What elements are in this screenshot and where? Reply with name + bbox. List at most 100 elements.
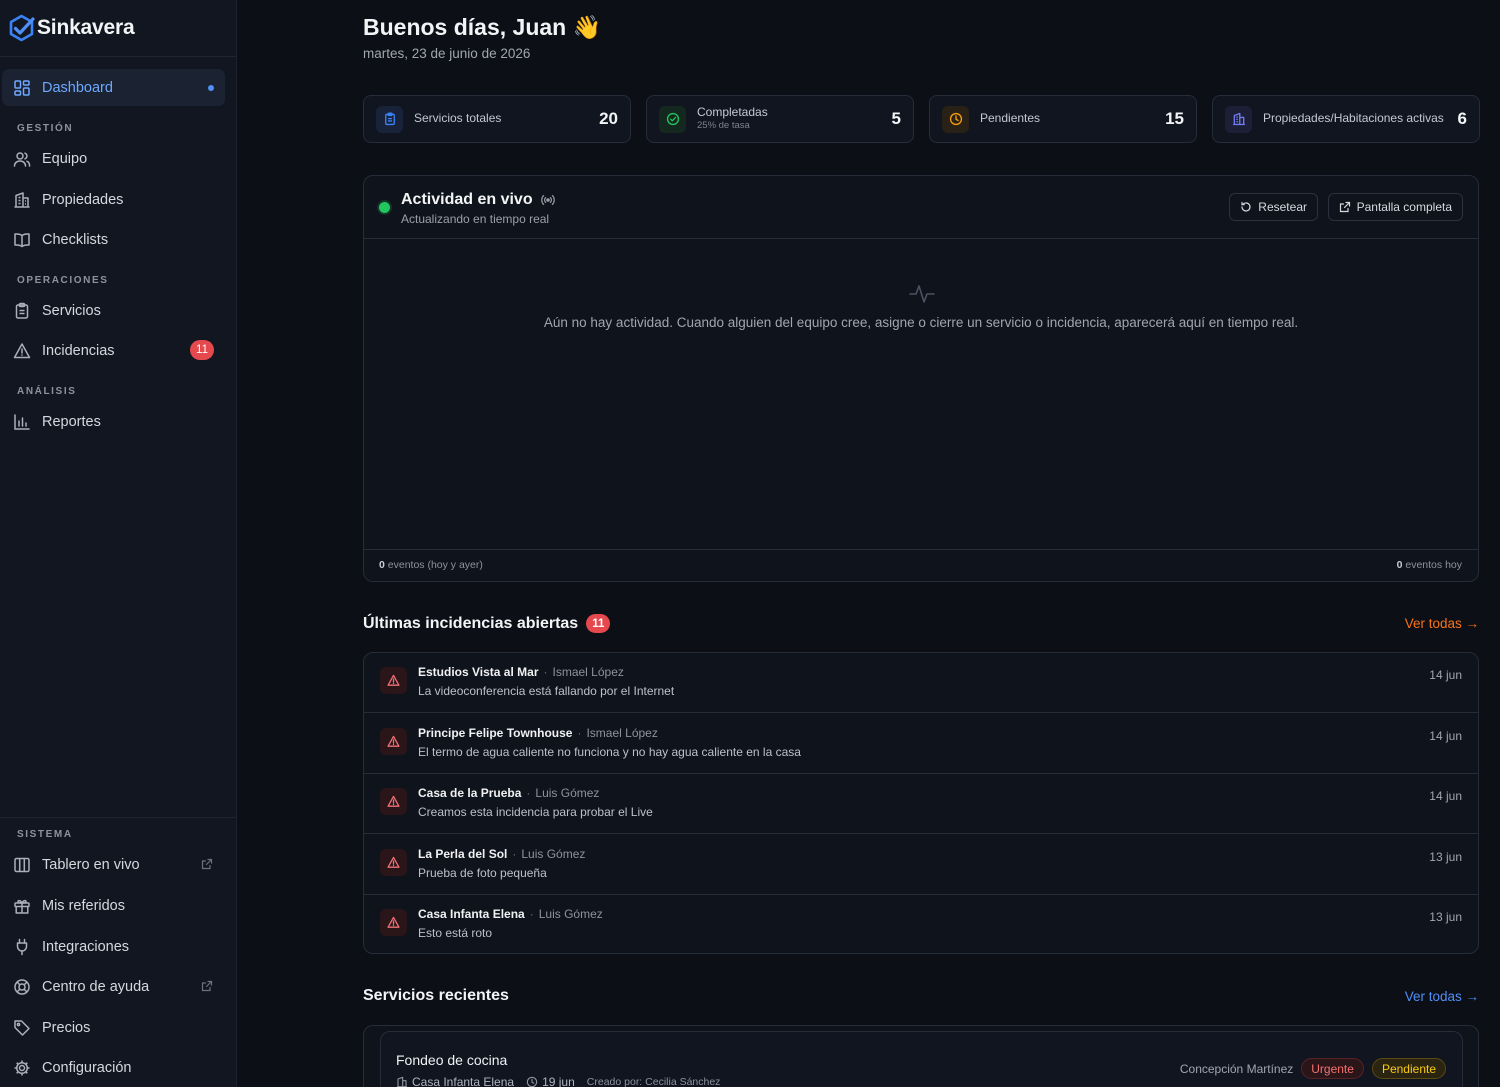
sidebar-divider [0, 817, 237, 818]
incident-row[interactable]: La Perla del Sol · Luis Gómez Prueba de fot… [364, 835, 1478, 895]
incident-description: Esto está roto [418, 926, 493, 940]
section-label-gestion: GESTIÓN [17, 123, 74, 134]
incident-row[interactable]: Estudios Vista al Mar · Ismael López La vid… [364, 653, 1478, 713]
live-activity-title-text: Actividad en vivo [401, 191, 533, 208]
stat-value: 20 [599, 109, 618, 128]
sidebar-item-integraciones[interactable]: Integraciones [2, 928, 225, 965]
stat-sublabel: 25% de tasa [697, 120, 750, 132]
stat-label: Propiedades/Habitaciones activas [1263, 111, 1444, 126]
book-icon [13, 231, 31, 249]
live-status-dot [379, 202, 390, 213]
incident-property: La Perla del Sol [418, 846, 508, 861]
incident-row[interactable]: Casa de la Prueba · Luis Gómez Creamos esta… [364, 774, 1478, 834]
building-icon [13, 191, 31, 209]
service-created-by: Creado por: Cecilia Sánchez [586, 1076, 721, 1087]
incident-reporter: Luis Gómez [535, 786, 600, 800]
external-link-icon [201, 980, 213, 992]
fullscreen-button[interactable]: Pantalla completa [1327, 193, 1463, 221]
clipboard-icon [376, 105, 403, 133]
service-right: Concepción Martínez Urgente Pendiente [1180, 1058, 1446, 1079]
separator-dot: · [512, 846, 517, 861]
incident-row[interactable]: Casa Infanta Elena · Luis Gómez Esto está r… [364, 895, 1478, 955]
sidebar-item-tablero-en-vivo[interactable]: Tablero en vivo [2, 846, 225, 883]
sidebar-item-label: Servicios [42, 302, 101, 319]
incident-header: Estudios Vista al Mar · Ismael López [418, 665, 624, 679]
grid-icon [13, 79, 31, 97]
sidebar-item-propiedades[interactable]: Propiedades [2, 181, 225, 218]
building-icon [1225, 105, 1252, 133]
status-badge: Pendiente [1371, 1058, 1446, 1079]
services-view-all-link[interactable]: Ver todas → [1405, 989, 1479, 1004]
incident-property: Estudios Vista al Mar [418, 665, 539, 679]
section-label-operaciones: OPERACIONES [17, 275, 109, 286]
gear-icon [13, 1059, 31, 1077]
incident-header: Principe Felipe Townhouse · Ismael López [418, 726, 658, 740]
incident-reporter: Ismael López [586, 725, 658, 740]
service-card[interactable]: Fondeo de cocina Casa Infanta Elena 19 j… [380, 1031, 1463, 1087]
sidebar: Sinkavera Dashboard GESTIÓN Equipo Propi… [0, 0, 237, 1087]
reset-button[interactable]: Resetear [1229, 193, 1318, 221]
columns-icon [13, 856, 31, 874]
warning-icon [380, 727, 407, 755]
sidebar-item-label: Centro de ayuda [42, 978, 150, 995]
sidebar-item-checklists[interactable]: Checklists [2, 221, 225, 258]
tag-icon [13, 1019, 31, 1037]
sidebar-item-precios[interactable]: Precios [2, 1009, 225, 1046]
service-meta: Casa Infanta Elena 19 jun Creado por: Ce… [396, 1075, 720, 1087]
warning-icon [380, 848, 407, 876]
stat-card-propiedades-activas[interactable]: Propiedades/Habitaciones activas 6 [1212, 95, 1480, 143]
sidebar-item-label: Integraciones [42, 938, 130, 955]
stat-card-completadas[interactable]: Completadas 25% de tasa 5 [646, 95, 914, 143]
sidebar-item-mis-referidos[interactable]: Mis referidos [2, 887, 225, 924]
sidebar-item-incidencias[interactable]: Incidencias 11 [2, 332, 225, 369]
services-list: Fondeo de cocina Casa Infanta Elena 19 j… [363, 1025, 1479, 1087]
warning-icon [380, 667, 407, 694]
stat-label: Pendientes [980, 111, 1041, 126]
external-link-icon [1339, 201, 1351, 213]
incident-header: La Perla del Sol · Luis Gómez [418, 847, 585, 861]
incidents-list: Estudios Vista al Mar · Ismael López La vid… [363, 652, 1479, 954]
page-title: Buenos días, Juan 👋 [363, 14, 602, 40]
incident-row[interactable]: Principe Felipe Townhouse · Ismael López El… [364, 714, 1478, 774]
sidebar-item-dashboard[interactable]: Dashboard [2, 69, 225, 106]
incidents-title-text: Últimas incidencias abiertas [363, 614, 579, 632]
incidents-view-all-link[interactable]: Ver todas → [1405, 616, 1479, 631]
plug-icon [13, 938, 31, 956]
active-indicator-dot [208, 85, 214, 91]
sidebar-item-centro-de-ayuda[interactable]: Centro de ayuda [2, 968, 225, 1005]
stat-value: 6 [1457, 109, 1467, 128]
users-icon [13, 150, 31, 168]
brand[interactable]: Sinkavera [0, 0, 236, 57]
sidebar-item-label: Checklists [42, 231, 109, 248]
service-assignee: Concepción Martínez [1179, 1061, 1294, 1076]
incident-property: Casa de la Prueba [418, 786, 522, 800]
reset-button-label: Resetear [1258, 200, 1307, 214]
sidebar-item-servicios[interactable]: Servicios [2, 292, 225, 329]
incident-description: Prueba de foto pequeña [418, 865, 547, 880]
incident-description: La videoconferencia está fallando por el… [418, 684, 675, 698]
clock-icon [942, 105, 969, 133]
stat-card-servicios-totales[interactable]: Servicios totales 20 [363, 95, 631, 143]
fullscreen-button-label: Pantalla completa [1356, 200, 1452, 214]
sidebar-item-reportes[interactable]: Reportes [2, 403, 225, 440]
activity-pulse-icon [908, 280, 936, 308]
service-date: 19 jun [542, 1075, 575, 1087]
incident-header: Casa de la Prueba · Luis Gómez [418, 786, 599, 800]
stat-value: 15 [1165, 109, 1184, 128]
stat-card-pendientes[interactable]: Pendientes 15 [929, 95, 1197, 143]
bar-chart-icon [13, 413, 31, 431]
sidebar-item-equipo[interactable]: Equipo [2, 140, 225, 177]
sidebar-item-label: Equipo [42, 150, 88, 167]
incidencias-count-badge: 11 [190, 340, 214, 360]
refresh-icon [1240, 201, 1252, 213]
services-section-title: Servicios recientes [363, 987, 509, 1004]
sidebar-item-label: Mis referidos [42, 897, 125, 914]
separator-dot: · [526, 786, 531, 800]
warning-icon [380, 788, 407, 815]
live-activity-panel: Actividad en vivo Actualizando en tiempo… [363, 175, 1479, 582]
section-label-analisis: ANÁLISIS [17, 386, 77, 397]
stat-label: Completadas [697, 104, 768, 119]
sidebar-item-configuracion[interactable]: Configuración [2, 1049, 225, 1086]
events-label: eventos hoy [1405, 559, 1462, 571]
incident-date: 13 jun [1429, 849, 1462, 864]
